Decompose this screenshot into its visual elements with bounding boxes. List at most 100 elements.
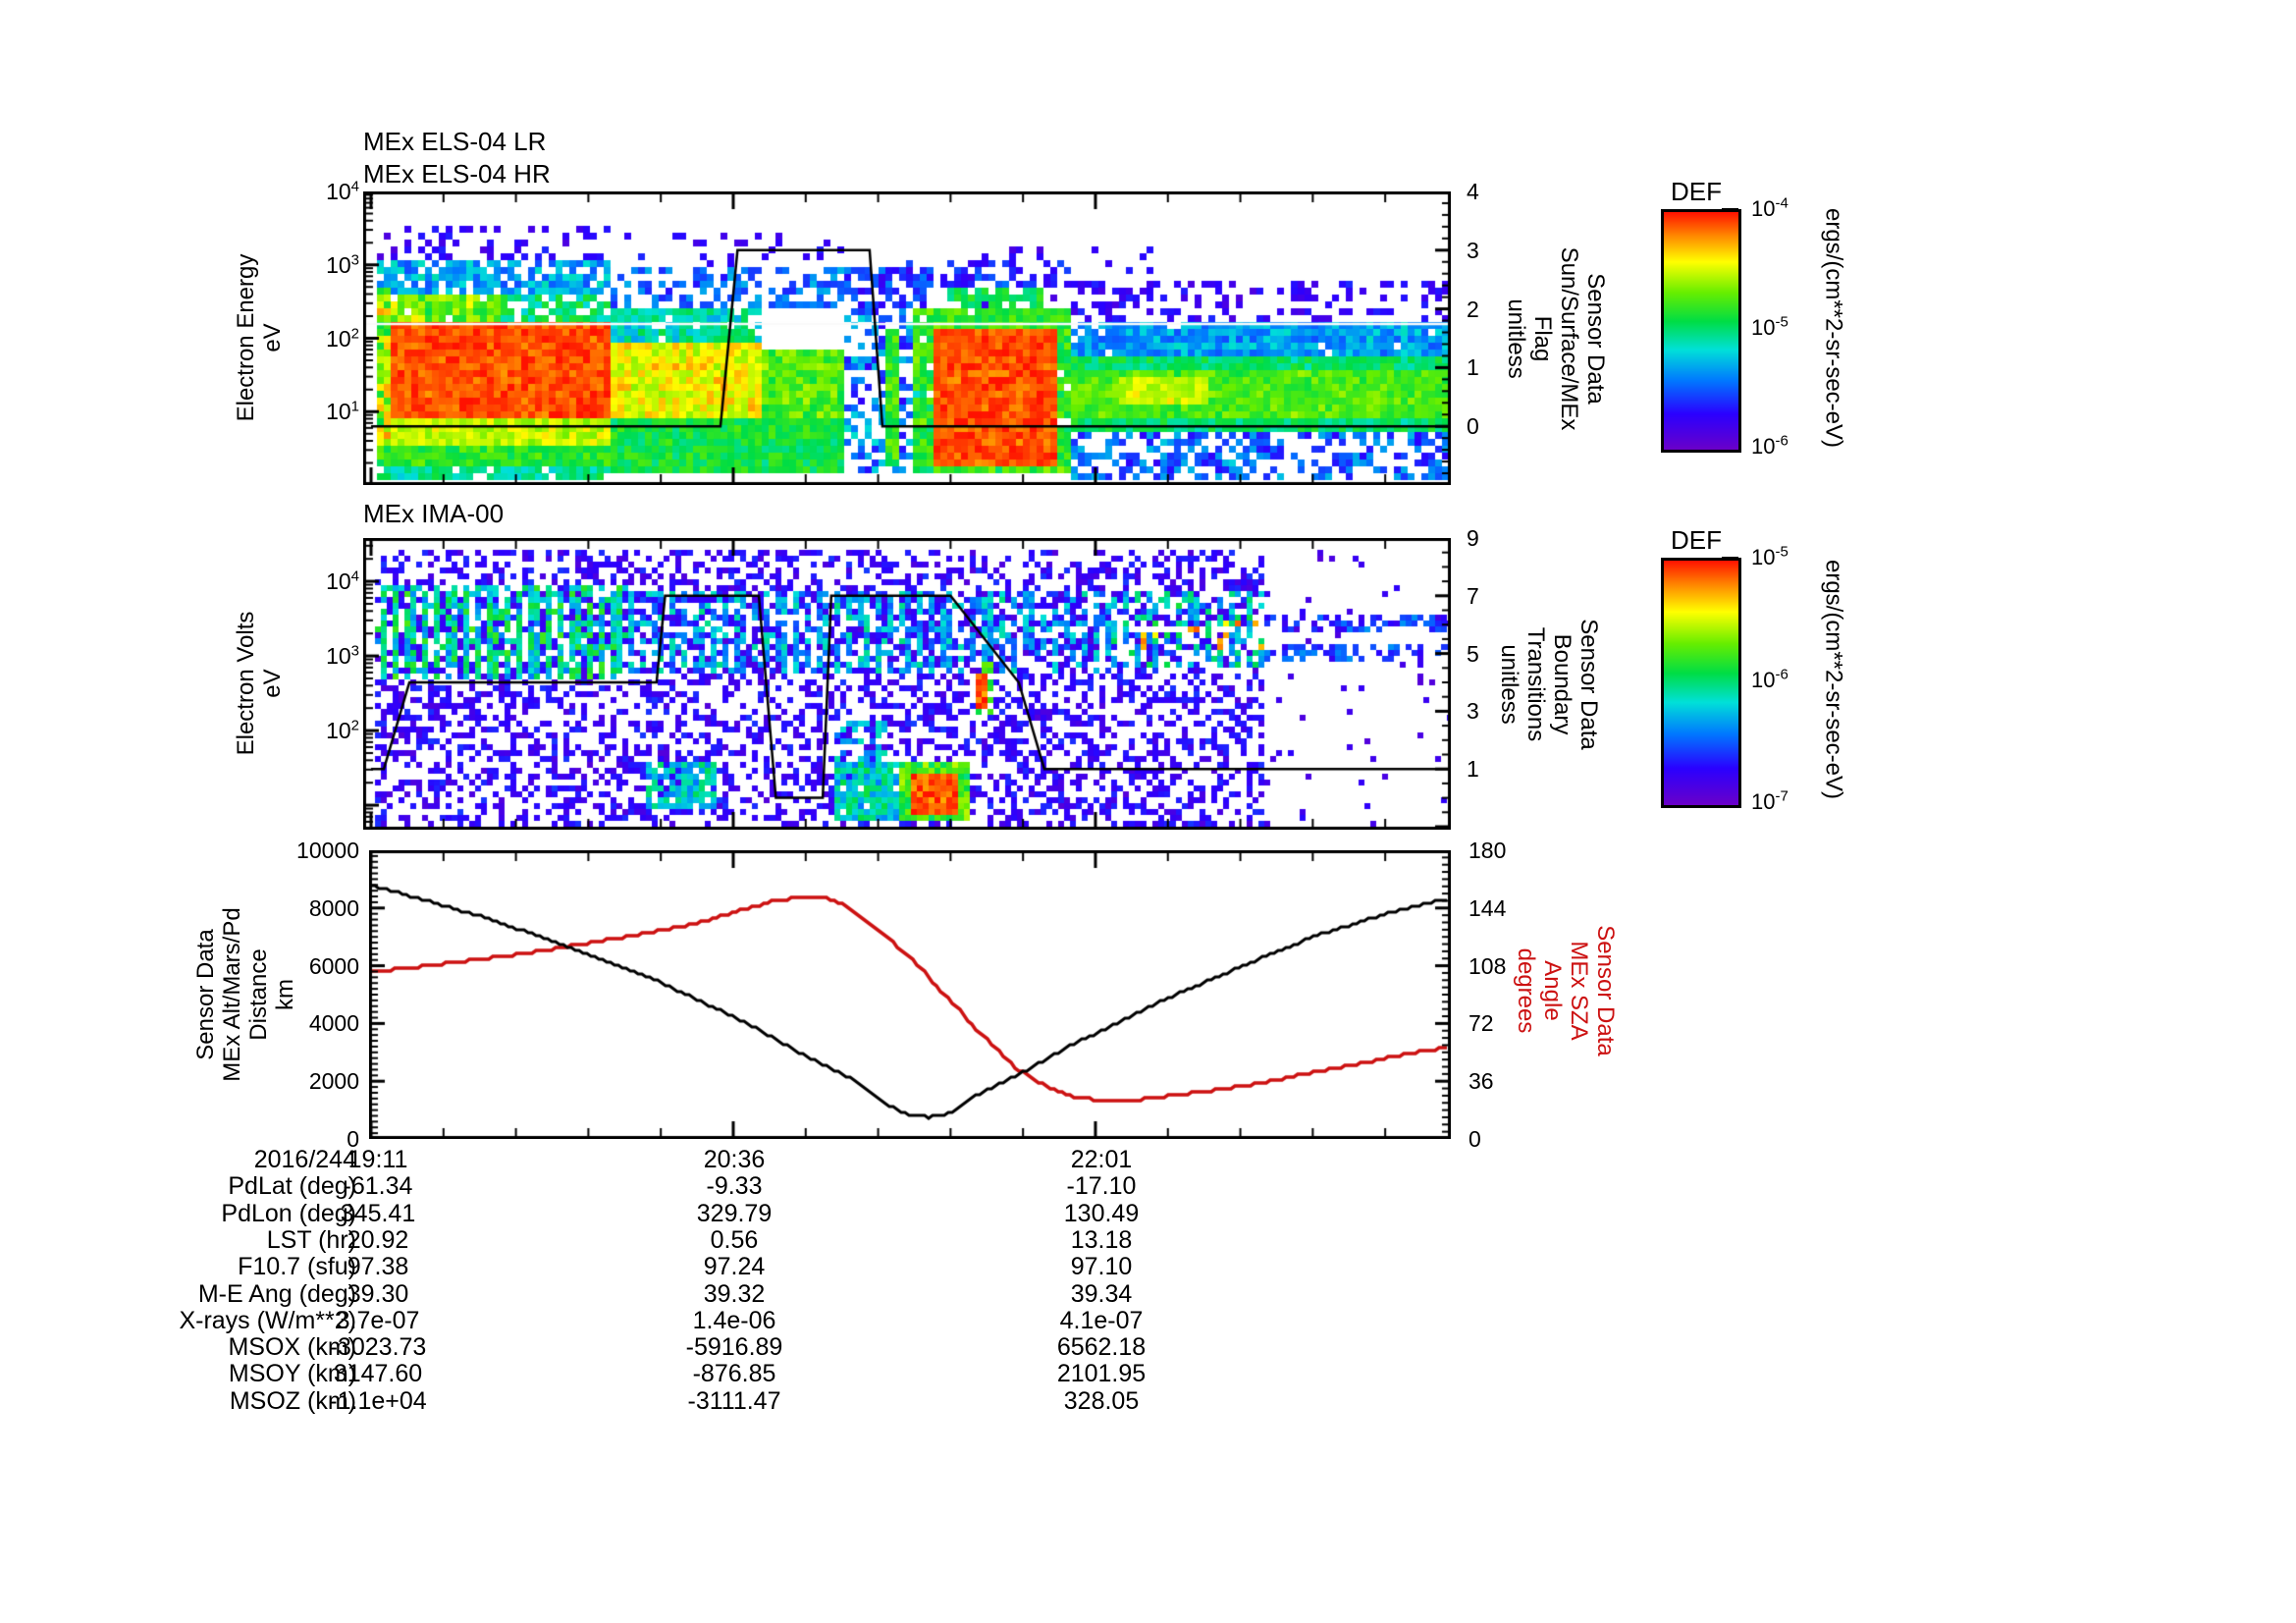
axis-label-line: MEx Alt/Mars/Pd <box>219 907 245 1082</box>
table-cell: 345.41 <box>340 1199 416 1227</box>
ima-panel-title: MEx IMA-00 <box>363 499 505 528</box>
els-flag-tick: 1 <box>1467 354 1479 381</box>
els-flag-tick: 0 <box>1467 413 1479 440</box>
ima-spectrogram-canvas <box>363 538 1451 830</box>
ima-flag-tick: 3 <box>1467 698 1479 725</box>
sza-right-axis-label: Sensor Data MEx SZA Angle degrees <box>1513 925 1619 1055</box>
els-right-axis-label: Sensor Data Sun/Surface/MEx Flag unitless <box>1503 247 1609 431</box>
alt-ytick: 10000 <box>296 838 359 863</box>
colorbar-tick: 10-7 <box>1751 787 1789 814</box>
axis-label-line: Sun/Surface/MEx <box>1556 246 1582 431</box>
ima-ytick: 104 <box>326 568 359 594</box>
table-cell: 1.4e-06 <box>692 1306 776 1334</box>
table-cell: 22:01 <box>1070 1146 1133 1173</box>
colorbar-tick: 10-6 <box>1751 666 1789 692</box>
els-title-line2: MEx ELS-04 HR <box>363 159 551 189</box>
table-cell: 20.92 <box>347 1225 409 1254</box>
table-cell: -5916.89 <box>685 1333 783 1362</box>
exponent: -6 <box>1775 432 1789 450</box>
table-cell: 0.56 <box>710 1225 759 1254</box>
ima-flag-tick: 5 <box>1467 640 1479 667</box>
els-spectrogram-canvas <box>363 191 1451 485</box>
alt-ytick: 8000 <box>308 894 359 921</box>
axis-label-line: km <box>272 979 298 1010</box>
els-panel-title: MEx ELS-04 LR MEx ELS-04 HR <box>363 126 551 190</box>
axis-label-line: Sensor Data <box>192 929 219 1060</box>
exponent: -5 <box>1775 543 1789 561</box>
exponent: 4 <box>350 178 359 195</box>
exponent: 2 <box>350 324 359 342</box>
colorbar-ima-title: DEF <box>1671 525 1722 555</box>
ima-ytick: 102 <box>326 717 359 744</box>
colorbar-els-unit-label: ergs/(cm**2-sr-sec-eV) <box>1820 207 1847 449</box>
table-cell: -1.1e+04 <box>329 1386 427 1415</box>
table-cell: 3147.60 <box>333 1360 423 1388</box>
sza-ytick: 180 <box>1468 838 1507 863</box>
colorbar-els-title: DEF <box>1671 177 1722 206</box>
axis-label-line: unitless <box>1496 644 1522 725</box>
els-flag-tick: 2 <box>1467 296 1479 322</box>
els-title-line1: MEx ELS-04 LR <box>363 127 547 156</box>
els-flag-tick: 4 <box>1467 179 1479 204</box>
table-cell: 39.32 <box>703 1279 766 1308</box>
els-ytick: 103 <box>326 251 359 278</box>
altitude-y-axis-label: Sensor Data MEx Alt/Mars/Pd Distance km <box>192 907 298 1081</box>
axis-label-line: degrees <box>1513 947 1539 1034</box>
ima-flag-tick: 9 <box>1467 525 1479 551</box>
table-cell: 2101.95 <box>1056 1360 1147 1388</box>
exponent: 4 <box>350 568 359 585</box>
els-ytick: 104 <box>326 178 359 204</box>
exponent: -5 <box>1775 313 1789 331</box>
colorbar-els <box>1661 209 1741 453</box>
exponent: 3 <box>350 251 359 269</box>
axis-label-line: Sensor Data <box>1592 925 1619 1056</box>
alt-ytick: 4000 <box>308 1010 359 1037</box>
table-cell: -3111.47 <box>687 1386 781 1415</box>
exponent: 3 <box>350 642 359 660</box>
table-cell: 39.34 <box>1070 1279 1133 1308</box>
els-ytick: 102 <box>326 324 359 352</box>
table-cell: 130.49 <box>1063 1199 1140 1227</box>
table-cell: -3023.73 <box>329 1333 427 1362</box>
axis-label-line: Boundary <box>1549 633 1575 735</box>
sza-ytick: 144 <box>1468 894 1507 921</box>
axis-label-line: Distance <box>245 948 272 1041</box>
exponent: 2 <box>350 717 359 734</box>
table-cell: 97.38 <box>347 1253 409 1281</box>
table-cell: 4.1e-07 <box>1059 1306 1144 1334</box>
sza-ytick: 0 <box>1468 1126 1481 1152</box>
els-ytick: 101 <box>326 398 359 425</box>
sza-ytick: 72 <box>1468 1010 1494 1037</box>
colorbar-tick: 10-5 <box>1751 543 1789 569</box>
colorbar-ima <box>1661 558 1741 808</box>
axis-label-line: Sensor Data <box>1575 619 1602 750</box>
axis-label-line: Sensor Data <box>1582 273 1609 405</box>
table-cell: 97.10 <box>1070 1253 1133 1281</box>
table-cell: 13.18 <box>1070 1225 1133 1254</box>
colorbar-tick: 10-4 <box>1751 194 1789 221</box>
ima-right-axis-label: Sensor Data Boundary Transitions unitless <box>1496 619 1602 749</box>
axis-label-line: Flag <box>1529 315 1556 362</box>
colorbar-ima-unit-label: ergs/(cm**2-sr-sec-eV) <box>1820 559 1847 800</box>
axis-label-line: unitless <box>1503 298 1529 379</box>
alt-ytick: 2000 <box>308 1068 359 1095</box>
axis-label-line: MEx SZA <box>1566 941 1592 1041</box>
colorbar-tick: 10-5 <box>1751 313 1789 340</box>
alt-ytick: 6000 <box>308 952 359 979</box>
els-flag-tick: 3 <box>1467 237 1479 263</box>
table-cell: 328.05 <box>1063 1386 1140 1415</box>
table-cell: 6562.18 <box>1056 1333 1147 1362</box>
exponent: -6 <box>1775 666 1789 683</box>
sza-ytick: 36 <box>1468 1068 1494 1095</box>
table-cell: -17.10 <box>1066 1172 1137 1201</box>
axis-label-line: Angle <box>1539 960 1566 1021</box>
table-cell: 329.79 <box>696 1199 773 1227</box>
ima-flag-tick: 7 <box>1467 582 1479 609</box>
colorbar-tick: 10-6 <box>1751 432 1789 459</box>
exponent: 1 <box>350 398 359 415</box>
table-cell: 97.24 <box>703 1253 766 1281</box>
altitude-sza-line-canvas <box>369 850 1451 1139</box>
table-cell: 39.30 <box>347 1279 409 1308</box>
axis-label-line: Transitions <box>1522 626 1549 742</box>
table-cell: 3.7e-07 <box>336 1306 420 1334</box>
